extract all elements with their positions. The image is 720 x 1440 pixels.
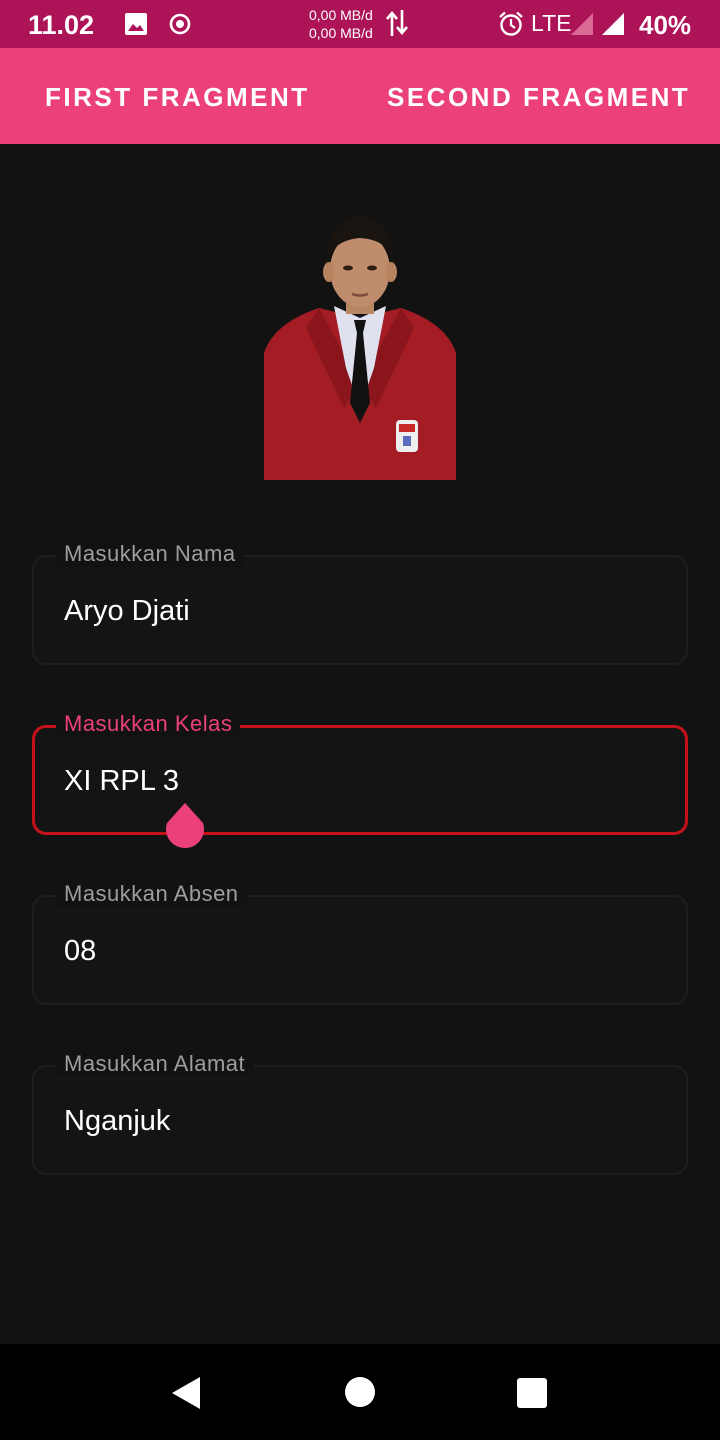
- status-time: 11.02: [28, 10, 95, 40]
- text-cursor-handle[interactable]: [165, 803, 205, 850]
- absen-label: Masukkan Absen: [56, 881, 247, 907]
- nama-input[interactable]: Aryo Djati: [64, 595, 190, 628]
- record-icon: [169, 13, 191, 35]
- tab-second-fragment[interactable]: SECOND FRAGMENT: [387, 82, 690, 113]
- network-type: LTE: [531, 10, 572, 36]
- net-speed: 0,00 MB/d 0,00 MB/d: [309, 6, 373, 42]
- battery-level: 40%: [639, 10, 692, 40]
- home-icon[interactable]: [344, 1376, 376, 1408]
- signal-icon: [571, 13, 593, 35]
- alamat-label: Masukkan Alamat: [56, 1051, 254, 1077]
- net-speed-up: 0,00 MB/d: [309, 7, 373, 23]
- kelas-label: Masukkan Kelas: [56, 711, 241, 737]
- image-icon: [125, 13, 147, 35]
- tab-first-fragment[interactable]: FIRST FRAGMENT: [45, 82, 310, 113]
- absen-input[interactable]: 08: [64, 935, 96, 968]
- net-speed-down: 0,00 MB/d: [309, 25, 373, 41]
- alamat-field[interactable]: Masukkan Alamat Nganjuk: [32, 1051, 688, 1175]
- nama-label: Masukkan Nama: [56, 541, 244, 567]
- status-bar: 11.02 0,00 MB/d 0,00 MB/d LTE 40%: [0, 0, 720, 48]
- signal-full-icon: [602, 13, 624, 35]
- profile-photo: [264, 208, 456, 480]
- alamat-input[interactable]: Nganjuk: [64, 1105, 170, 1138]
- absen-field[interactable]: Masukkan Absen 08: [32, 881, 688, 1005]
- navigation-bar: [0, 1344, 720, 1440]
- recents-icon[interactable]: [516, 1377, 548, 1409]
- tab-bar: FIRST FRAGMENT SECOND FRAGMENT: [0, 48, 720, 144]
- kelas-field[interactable]: Masukkan Kelas XI RPL 3: [32, 711, 688, 835]
- alarm-icon: [499, 11, 523, 36]
- data-arrows-icon: [386, 10, 408, 36]
- nama-field[interactable]: Masukkan Nama Aryo Djati: [32, 541, 688, 665]
- kelas-input[interactable]: XI RPL 3: [64, 765, 179, 798]
- back-icon[interactable]: [170, 1376, 202, 1410]
